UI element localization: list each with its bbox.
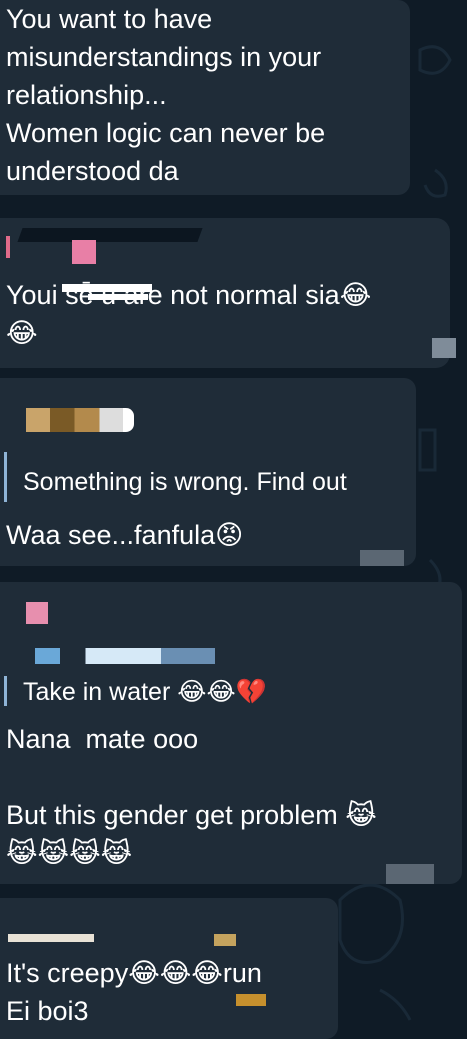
redaction-scribble <box>88 294 148 300</box>
status-pixel <box>432 338 456 358</box>
message-text: Youi sē̄ u are not normal sia😂 😂 <box>6 280 372 348</box>
status-pixel <box>360 550 404 566</box>
reply-sender-redacted <box>35 648 215 664</box>
avatar-pixel <box>72 240 96 264</box>
message-bubble[interactable]: Something is wrong. Find out Waa see...f… <box>0 378 416 566</box>
reply-quote[interactable]: Something is wrong. Find out <box>4 452 347 502</box>
status-pixel <box>386 864 434 884</box>
message-bubble[interactable]: Take in water 😂😂💔 Nana mate ooo But this… <box>0 582 462 884</box>
sender-name-redacted <box>8 934 94 942</box>
sender-name-redacted <box>214 934 236 946</box>
sender-name-redacted <box>6 236 10 258</box>
reply-quote[interactable]: Take in water 😂😂💔 <box>4 676 267 706</box>
message-text: You want to have misunderstandings in yo… <box>6 4 326 186</box>
sender-name-redacted <box>17 228 203 242</box>
message-bubble[interactable]: Youi sē̄ u are not normal sia😂 😂 <box>0 218 456 368</box>
redaction-scribble <box>62 284 152 292</box>
message-text: Waa see...fanfula😡 <box>6 520 244 550</box>
status-pixel <box>236 994 266 1006</box>
sender-name-redacted <box>26 408 134 432</box>
message-bubble[interactable]: It's creepy😂😂😂run Ei boi3 <box>0 898 338 1039</box>
message-text: Nana mate ooo But this gender get proble… <box>6 724 377 868</box>
message-text: It's creepy😂😂😂run Ei boi3 <box>6 958 262 1026</box>
reply-text: Take in water 😂😂💔 <box>23 678 267 706</box>
avatar-pixel <box>26 602 48 624</box>
reply-sender-placeholder <box>23 452 347 466</box>
message-bubble[interactable]: You want to have misunderstandings in yo… <box>0 0 410 195</box>
reply-text: Something is wrong. Find out <box>23 468 347 496</box>
